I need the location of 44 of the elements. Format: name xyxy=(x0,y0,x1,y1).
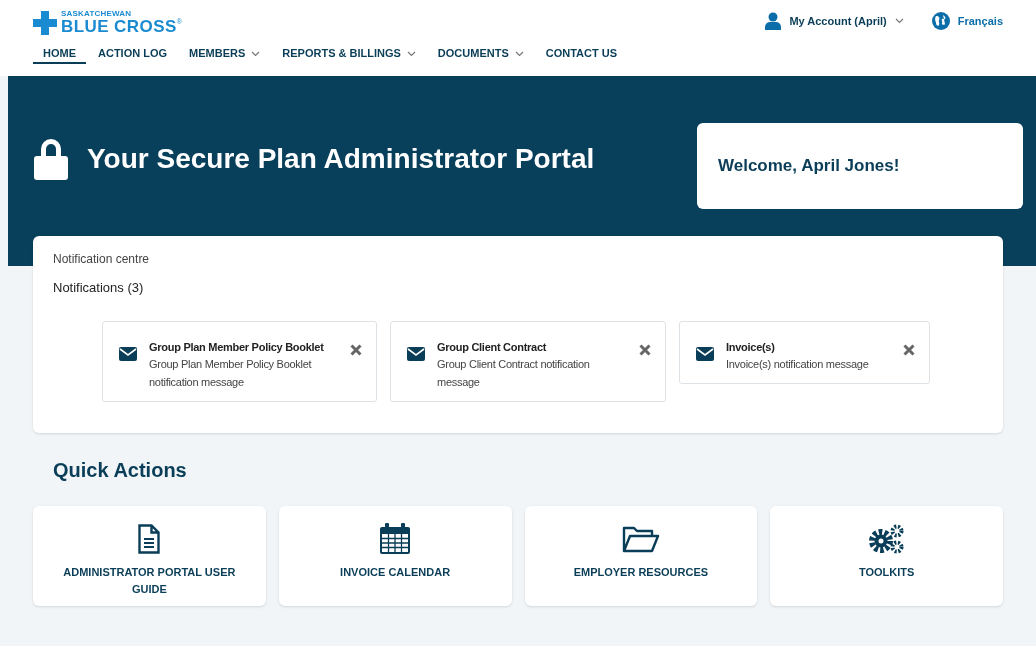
quick-action-label: EMPLOYER RESOURCES xyxy=(573,565,709,580)
quick-action-tile[interactable]: TOOLKITS xyxy=(770,506,1003,606)
nav-tab[interactable]: ACTION LOG xyxy=(88,45,178,64)
logo-text: BLUE CROSS xyxy=(61,18,177,35)
nav-tab[interactable]: HOME xyxy=(33,45,86,64)
welcome-text: Welcome, April Jones! xyxy=(718,155,900,178)
logo-subtitle: SASKATCHEWAN xyxy=(61,10,133,18)
quick-action-label: INVOICE CALENDAR xyxy=(340,565,451,580)
quick-action-label: ADMINISTRATOR PORTAL USER GUIDE xyxy=(62,565,237,597)
envelope-icon xyxy=(696,346,714,361)
lock-icon xyxy=(33,138,69,180)
quick-action-label: TOOLKITS xyxy=(858,565,915,580)
close-icon[interactable] xyxy=(350,343,362,356)
folder-icon xyxy=(621,525,660,553)
notification-centre-label: Notification centre xyxy=(53,251,151,268)
nav-tab[interactable]: CONTACT US xyxy=(535,45,628,64)
calendar-icon xyxy=(379,523,412,555)
envelope-icon xyxy=(407,346,425,361)
account-menu[interactable]: My Account (April) xyxy=(789,12,904,30)
quick-action-tile[interactable]: ADMINISTRATOR PORTAL USER GUIDE xyxy=(33,506,266,606)
notification-title: Group Client Contract xyxy=(437,339,548,355)
nav-tab[interactable]: MEMBERS xyxy=(179,45,271,64)
close-icon[interactable] xyxy=(903,343,915,356)
notifications-count: Notifications (3) xyxy=(53,279,145,297)
gears-icon xyxy=(867,524,906,554)
envelope-icon xyxy=(119,346,137,361)
user-icon xyxy=(765,12,782,30)
nav-tab[interactable]: REPORTS & BILLINGS xyxy=(272,45,426,64)
caret-icon xyxy=(894,18,904,24)
notification-message: Group Client Contract notification message xyxy=(437,357,591,390)
section-heading: Quick Actions xyxy=(53,458,188,483)
notification-message: Invoice(s) notification message xyxy=(726,357,870,372)
notification-message: Group Plan Member Policy Booklet notification message xyxy=(149,357,313,390)
quick-action-tile[interactable]: INVOICE CALENDAR xyxy=(278,506,512,606)
close-icon[interactable] xyxy=(639,343,651,356)
globe-icon xyxy=(931,12,950,30)
nav-tab[interactable]: DOCUMENTS xyxy=(427,45,534,64)
notification-title: Invoice(s) xyxy=(726,339,776,355)
language-link[interactable]: Français xyxy=(957,12,1003,30)
document-icon xyxy=(138,524,161,554)
cross-logo-icon xyxy=(33,10,57,35)
notification-title: Group Plan Member Policy Booklet xyxy=(149,339,325,355)
portal-title: Your Secure Plan Administrator Portal xyxy=(87,142,595,176)
quick-action-tile[interactable]: EMPLOYER RESOURCES xyxy=(524,506,758,606)
